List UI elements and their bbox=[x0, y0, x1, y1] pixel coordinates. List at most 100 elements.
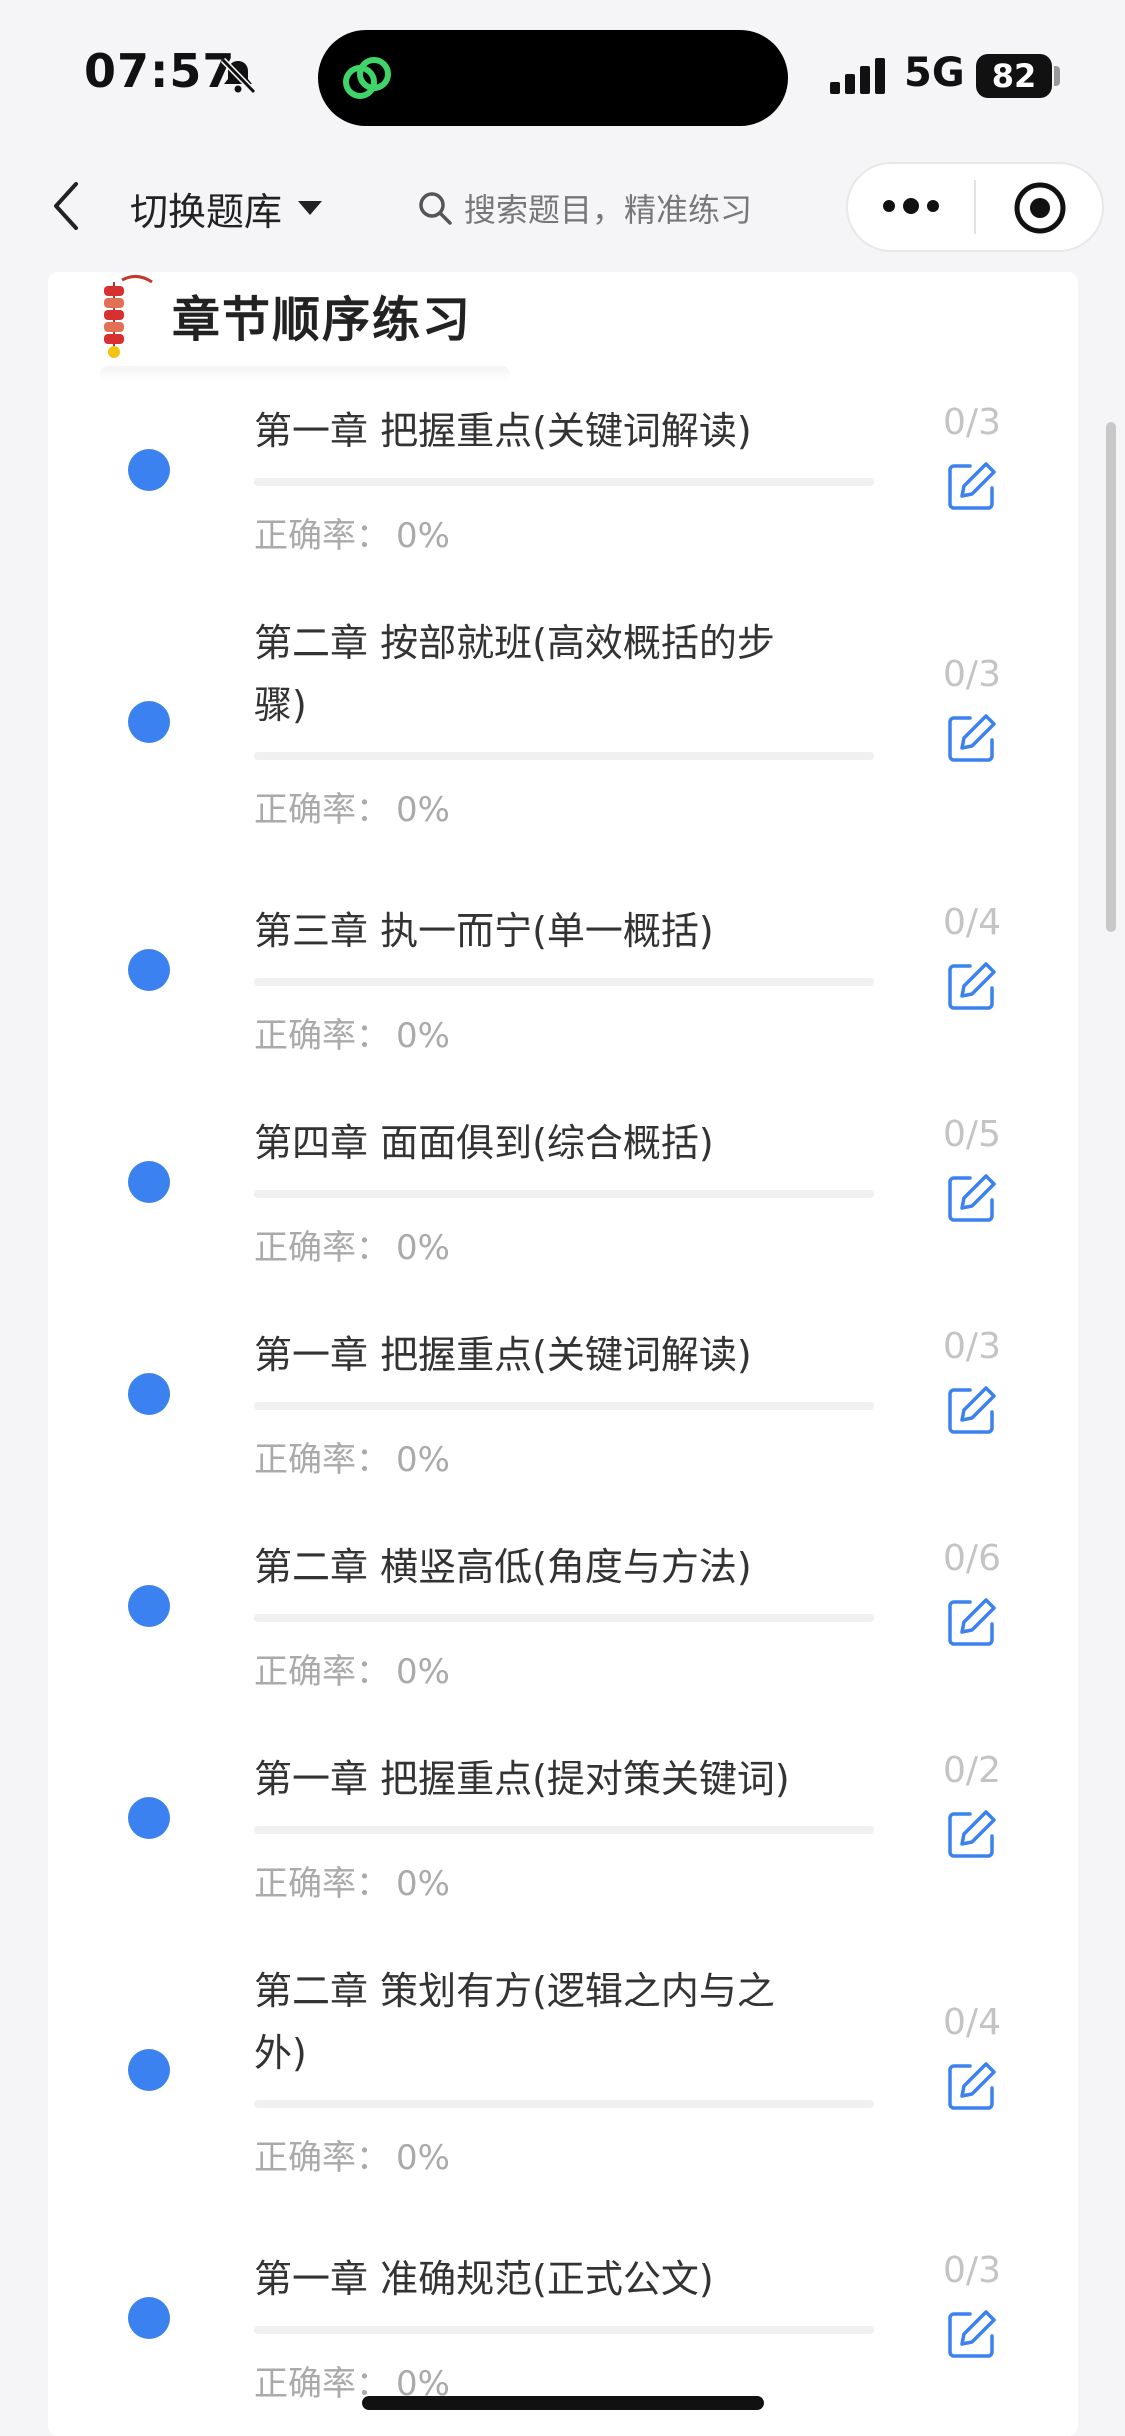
question-count: 0/2 bbox=[943, 1750, 1001, 1791]
chapter-status-dot bbox=[128, 2297, 170, 2339]
accuracy-label: 正确率： bbox=[254, 1016, 390, 1056]
progress-bar bbox=[254, 2326, 874, 2334]
accuracy-rate: 正确率： 0% bbox=[254, 1856, 450, 1905]
question-count: 0/3 bbox=[943, 654, 1001, 695]
chapter-item[interactable]: 第四章 面面俱到(综合概括) 正确率： 0% 0/5 bbox=[0, 1102, 1125, 1314]
chapter-item[interactable]: 第二章 横竖高低(角度与方法) 正确率： 0% 0/6 bbox=[0, 1526, 1125, 1738]
chapter-status-dot bbox=[128, 2049, 170, 2091]
accuracy-rate: 正确率： 0% bbox=[254, 2130, 450, 2179]
chapter-title: 第一章 把握重点(关键词解读) bbox=[254, 400, 914, 462]
accuracy-value: 0% bbox=[396, 516, 450, 556]
progress-bar bbox=[254, 1826, 874, 1834]
close-miniprogram-icon[interactable] bbox=[1012, 180, 1068, 236]
chapter-status-dot bbox=[128, 949, 170, 991]
chapter-title: 第二章 按部就班(高效概括的步 骤) bbox=[254, 612, 914, 736]
question-count: 0/3 bbox=[943, 1326, 1001, 1367]
signal-icon bbox=[830, 58, 885, 94]
edit-icon[interactable] bbox=[944, 1594, 1000, 1650]
accuracy-value: 0% bbox=[396, 1228, 450, 1268]
accuracy-value: 0% bbox=[396, 2138, 450, 2178]
edit-icon[interactable] bbox=[944, 1170, 1000, 1226]
chapter-title-line2: 骤) bbox=[254, 683, 307, 727]
status-time: 07:57 bbox=[84, 44, 236, 98]
question-count: 0/3 bbox=[943, 402, 1001, 443]
edit-icon[interactable] bbox=[944, 458, 1000, 514]
accuracy-value: 0% bbox=[396, 1864, 450, 1904]
chapter-title-line1: 第二章 横竖高低(角度与方法) bbox=[254, 1545, 752, 1589]
accuracy-rate: 正确率： 0% bbox=[254, 1432, 450, 1481]
progress-bar bbox=[254, 1402, 874, 1410]
caret-down-icon bbox=[298, 201, 323, 215]
chapter-title: 第一章 把握重点(关键词解读) bbox=[254, 1324, 914, 1386]
question-count: 0/3 bbox=[943, 2250, 1001, 2291]
chapter-title: 第一章 准确规范(正式公文) bbox=[254, 2248, 914, 2310]
chapter-title-line1: 第一章 把握重点(关键词解读) bbox=[254, 1333, 752, 1377]
accuracy-rate: 正确率： 0% bbox=[254, 1644, 450, 1693]
progress-bar bbox=[254, 1614, 874, 1622]
switch-bank-dropdown[interactable]: 切换题库 bbox=[130, 180, 324, 236]
accuracy-value: 0% bbox=[396, 1440, 450, 1480]
edit-icon[interactable] bbox=[944, 1806, 1000, 1862]
accuracy-value: 0% bbox=[396, 1016, 450, 1056]
capsule-divider bbox=[974, 180, 976, 234]
question-count: 0/5 bbox=[943, 1114, 1001, 1155]
chapter-title: 第一章 把握重点(提对策关键词) bbox=[254, 1748, 914, 1810]
chapter-item[interactable]: 第三章 执一而宁(单一概括) 正确率： 0% 0/4 bbox=[0, 890, 1125, 1102]
chapter-status-dot bbox=[128, 1797, 170, 1839]
network-type: 5G bbox=[904, 50, 965, 96]
wechat-miniprogram-icon bbox=[343, 57, 391, 99]
accuracy-label: 正确率： bbox=[254, 1864, 390, 1904]
battery-cap bbox=[1054, 66, 1060, 86]
edit-icon[interactable] bbox=[944, 958, 1000, 1014]
accuracy-label: 正确率： bbox=[254, 516, 390, 556]
battery-icon: 82 bbox=[976, 54, 1052, 98]
edit-icon[interactable] bbox=[944, 1382, 1000, 1438]
progress-bar bbox=[254, 1190, 874, 1198]
chapter-title-line1: 第四章 面面俱到(综合概括) bbox=[254, 1121, 714, 1165]
chapter-item[interactable]: 第一章 把握重点(提对策关键词) 正确率： 0% 0/2 bbox=[0, 1738, 1125, 1950]
search-input[interactable]: 搜索题目，精准练习 bbox=[416, 178, 796, 238]
accuracy-label: 正确率： bbox=[254, 1228, 390, 1268]
chapter-item[interactable]: 第二章 策划有方(逻辑之内与之 外) 正确率： 0% 0/4 bbox=[0, 1950, 1125, 2238]
edit-icon[interactable] bbox=[944, 2306, 1000, 2362]
chapter-title-line1: 第一章 把握重点(关键词解读) bbox=[254, 409, 752, 453]
progress-bar bbox=[254, 478, 874, 486]
chapter-title-line1: 第一章 把握重点(提对策关键词) bbox=[254, 1757, 790, 1801]
accuracy-label: 正确率： bbox=[254, 790, 390, 830]
search-placeholder: 搜索题目，精准练习 bbox=[464, 191, 753, 229]
chapter-title-line2: 外) bbox=[254, 2031, 307, 2075]
edit-icon[interactable] bbox=[944, 2058, 1000, 2114]
accuracy-label: 正确率： bbox=[254, 2138, 390, 2178]
chapter-title-line1: 第三章 执一而宁(单一概括) bbox=[254, 909, 714, 953]
scrollbar[interactable] bbox=[1106, 422, 1116, 932]
progress-bar bbox=[254, 978, 874, 986]
chapter-status-dot bbox=[128, 449, 170, 491]
accuracy-rate: 正确率： 0% bbox=[254, 782, 450, 831]
chapter-status-dot bbox=[128, 1585, 170, 1627]
chapter-title: 第二章 策划有方(逻辑之内与之 外) bbox=[254, 1960, 914, 2084]
accuracy-label: 正确率： bbox=[254, 1652, 390, 1692]
chapter-title: 第四章 面面俱到(综合概括) bbox=[254, 1112, 914, 1174]
more-icon[interactable] bbox=[880, 190, 942, 222]
chapter-item[interactable]: 第二章 按部就班(高效概括的步 骤) 正确率： 0% 0/3 bbox=[0, 602, 1125, 890]
section-title: 章节顺序练习 bbox=[172, 292, 473, 348]
progress-bar bbox=[254, 2100, 874, 2108]
back-icon[interactable] bbox=[46, 176, 86, 236]
search-icon bbox=[419, 192, 452, 225]
chapter-title: 第二章 横竖高低(角度与方法) bbox=[254, 1536, 914, 1598]
edit-icon[interactable] bbox=[944, 710, 1000, 766]
question-count: 0/6 bbox=[943, 1538, 1001, 1579]
chapter-title-line1: 第二章 策划有方(逻辑之内与之 bbox=[254, 1969, 775, 2013]
bell-slash-icon bbox=[220, 57, 257, 95]
firecracker-icon bbox=[104, 275, 153, 358]
accuracy-value: 0% bbox=[396, 1652, 450, 1692]
chapter-item[interactable]: 第一章 把握重点(关键词解读) 正确率： 0% 0/3 bbox=[0, 1314, 1125, 1526]
accuracy-rate: 正确率： 0% bbox=[254, 508, 450, 557]
chapter-status-dot bbox=[128, 701, 170, 743]
chapter-title: 第三章 执一而宁(单一概括) bbox=[254, 900, 914, 962]
chapter-status-dot bbox=[128, 1373, 170, 1415]
chapter-item[interactable]: 第一章 把握重点(关键词解读) 正确率： 0% 0/3 bbox=[0, 390, 1125, 602]
home-indicator[interactable] bbox=[362, 2396, 764, 2410]
accuracy-label: 正确率： bbox=[254, 1440, 390, 1480]
question-count: 0/4 bbox=[943, 902, 1001, 943]
